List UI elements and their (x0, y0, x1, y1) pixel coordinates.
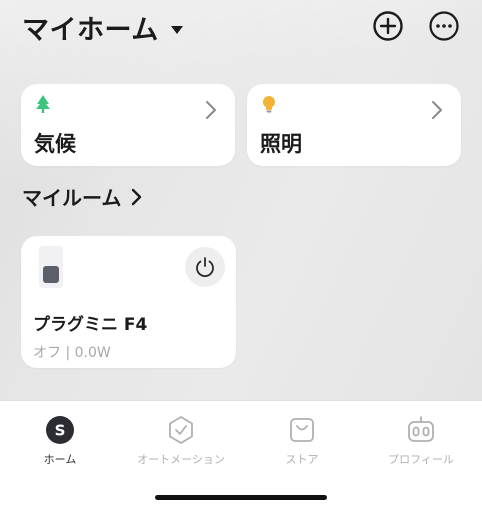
tab-label: ストア (285, 453, 319, 466)
add-button[interactable] (372, 10, 404, 42)
automation-icon (169, 416, 193, 444)
power-button[interactable] (185, 247, 225, 287)
robot-profile-icon (408, 416, 434, 442)
device-card[interactable]: プラグミニ F4 オフ | 0.0W (21, 236, 236, 368)
category-label: 気候 (34, 132, 76, 156)
section-title: マイルーム (22, 186, 122, 210)
chevron-right-icon (206, 101, 216, 119)
home-s-icon: S (46, 416, 74, 444)
store-bag-icon (290, 418, 314, 442)
chevron-right-icon (132, 188, 142, 205)
category-label: 照明 (260, 132, 302, 156)
more-button[interactable] (428, 10, 460, 42)
caret-down-icon (170, 25, 183, 34)
device-name: プラグミニ F4 (33, 315, 148, 335)
plug-icon (39, 246, 63, 288)
chevron-right-icon (432, 101, 442, 119)
header: マイホーム (0, 0, 482, 60)
device-status: オフ | 0.0W (33, 345, 111, 361)
tab-profile[interactable]: プロフィール (361, 415, 481, 467)
category-card-lighting[interactable]: 照明 (247, 84, 461, 166)
svg-text:S: S (55, 422, 66, 440)
more-dots-icon (429, 11, 459, 41)
tab-home[interactable]: S ホーム (0, 415, 120, 467)
tab-label: プロフィール (388, 453, 454, 466)
power-icon (196, 257, 214, 278)
tab-store[interactable]: ストア (242, 415, 362, 467)
tree-icon (36, 95, 50, 113)
home-selector[interactable]: マイホーム (22, 8, 183, 47)
category-card-climate[interactable]: 気候 (21, 84, 235, 166)
home-indicator (155, 495, 327, 500)
my-rooms-header[interactable]: マイルーム (22, 182, 143, 211)
add-circle-icon (373, 11, 403, 41)
light-bulb-icon (263, 96, 275, 113)
tab-label: ホーム (43, 453, 77, 466)
home-name: マイホーム (22, 15, 159, 46)
tab-automation[interactable]: オートメーション (121, 415, 241, 467)
tab-label: オートメーション (137, 453, 225, 466)
